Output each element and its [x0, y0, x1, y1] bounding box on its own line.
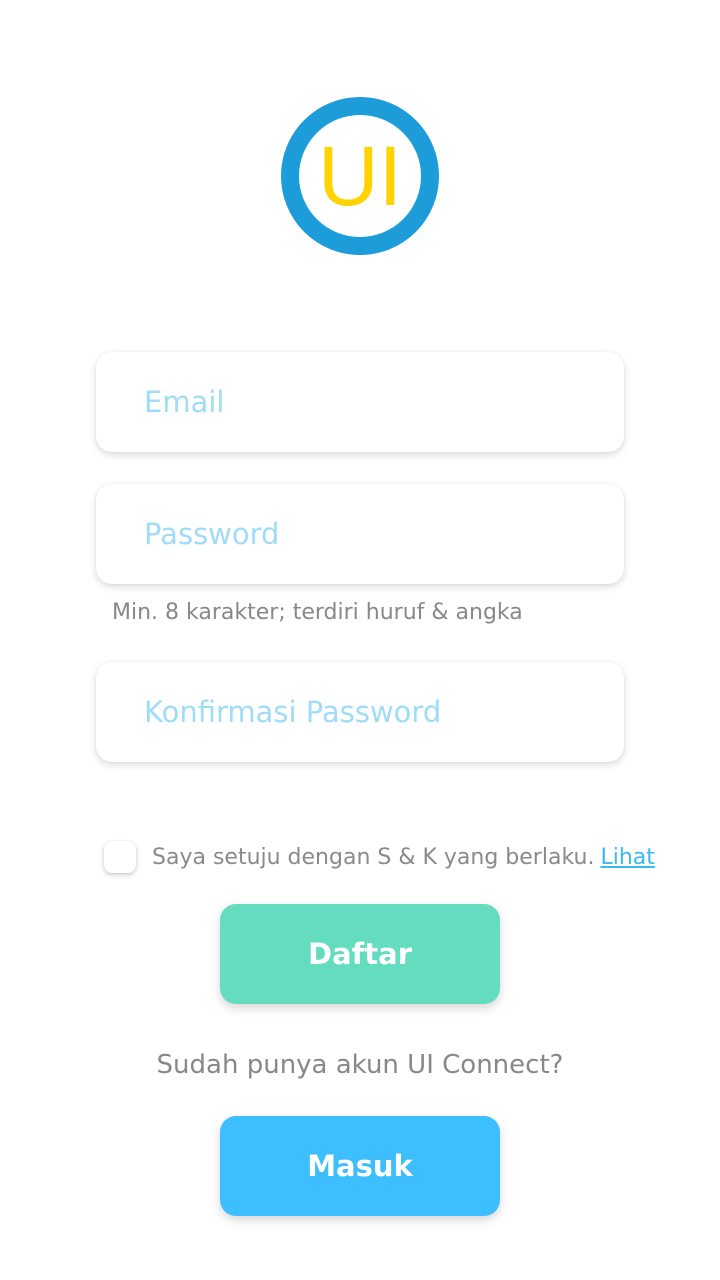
password-hint: Min. 8 karakter; terdiri huruf & angka	[112, 600, 523, 625]
terms-checkbox[interactable]	[104, 841, 136, 873]
terms-label: Saya setuju dengan S & K yang berlaku.	[152, 844, 595, 870]
terms-row: Saya setuju dengan S & K yang berlaku. L…	[104, 840, 655, 874]
password-input[interactable]	[144, 484, 604, 584]
email-field[interactable]	[96, 352, 624, 452]
login-button[interactable]: Masuk	[220, 1116, 500, 1216]
confirm-password-input[interactable]	[144, 662, 604, 762]
confirm-password-field[interactable]	[96, 662, 624, 762]
register-button[interactable]: Daftar	[220, 904, 500, 1004]
email-input[interactable]	[144, 352, 604, 452]
login-prompt: Sudah punya akun UI Connect?	[156, 1050, 564, 1080]
terms-link[interactable]: Lihat	[600, 845, 654, 870]
logo-text: UI	[318, 129, 402, 223]
app-logo: UI	[280, 96, 440, 256]
password-field[interactable]	[96, 484, 624, 584]
